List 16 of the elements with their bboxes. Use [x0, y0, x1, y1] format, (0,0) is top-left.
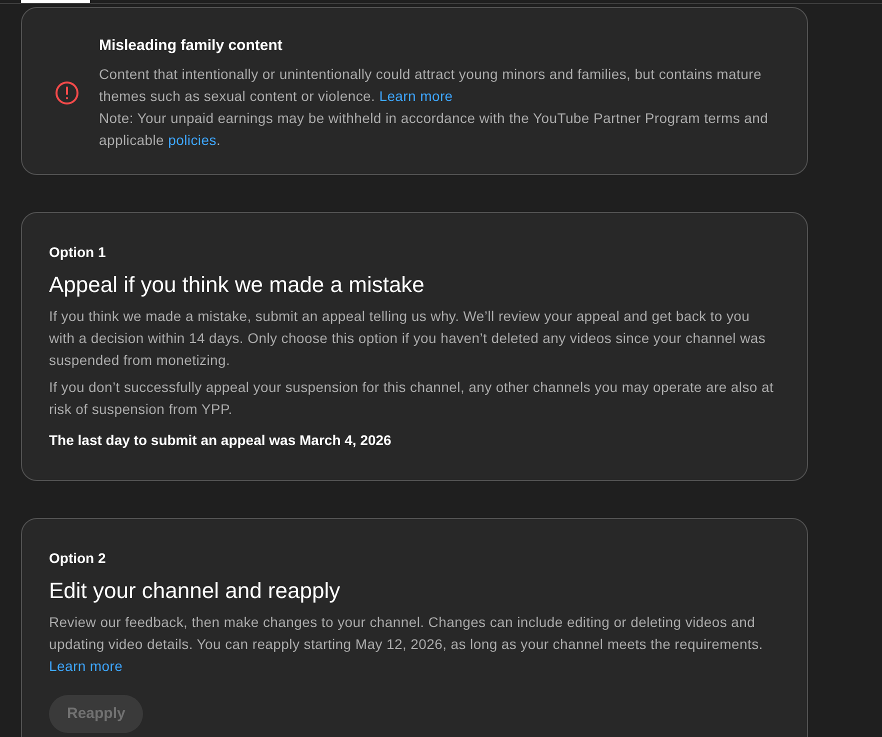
body-text: Content that intentionally or unintentionally could attract young minors and families, but contains mature themes such as sexual content or violence. Learn more — [99, 65, 762, 106]
body-text: If you don’t successfully appeal your suspension for this channel, any other channels you may operate are also at risk of suspension from YPP. — [49, 378, 775, 419]
option-heading: Appeal if you think we made a mistake — [49, 271, 426, 299]
policy-title: Misleading family content — [99, 36, 284, 56]
body-text: If you think we made a mistake, submit an appeal telling us why. We’ll review your appeal and get back to you with a decision within 14 days. Only choose this option if you haven’t deleted any videos since your channel was suspended from monetizing. — [49, 307, 767, 370]
option-label: Option 2 — [49, 549, 107, 568]
body-text: Review our feedback, then make changes to your channel. Changes can include editing or deleting videos and updating video details. You can reapply starting May 12, 2026, as long as your channel meets the requirements. Learn more — [49, 613, 764, 676]
inline-link[interactable]: Learn more — [49, 658, 123, 674]
body-text: Note: Your unpaid earnings may be withheld in accordance with the YouTube Partner Program terms and applicable policies. — [99, 109, 770, 150]
active-tab-underline — [21, 0, 90, 3]
inline-link[interactable]: Learn more — [379, 88, 453, 104]
option-heading: Edit your channel and reapply — [49, 577, 342, 605]
deadline-text: The last day to submit an appeal was March 4, 2026 — [49, 431, 392, 450]
alert-circle-icon — [55, 81, 79, 105]
inline-link[interactable]: policies — [168, 132, 216, 148]
option-label: Option 1 — [49, 243, 107, 262]
